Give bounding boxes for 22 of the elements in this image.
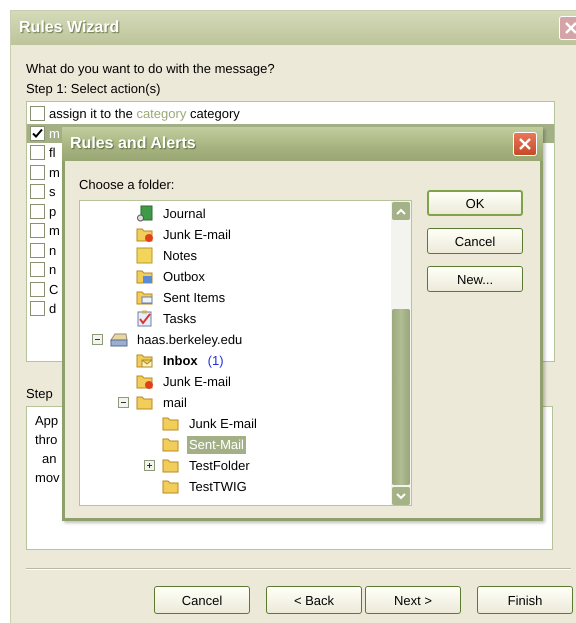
- action-text: fl: [49, 145, 56, 160]
- unread-count: (1): [208, 353, 224, 368]
- description-text: an: [41, 450, 56, 468]
- window-title: Rules Wizard: [19, 19, 120, 37]
- action-text: p: [49, 204, 56, 219]
- prompt-text: Choose a folder:: [79, 176, 174, 194]
- action-text: n: [49, 242, 56, 258]
- dialog-title: Rules and Alerts: [70, 135, 196, 153]
- action-text: n: [49, 262, 56, 278]
- action-text: C: [49, 282, 58, 297]
- description-text: App: [35, 412, 58, 430]
- action-text: d: [49, 301, 56, 316]
- step-label: Step 1: Select action(s): [26, 80, 160, 98]
- step-label: Step: [26, 385, 53, 403]
- description-text: mov: [35, 469, 60, 487]
- description-text: thro: [35, 431, 58, 449]
- action-text: assign it to the category category: [49, 106, 240, 122]
- action-text: s: [49, 184, 56, 200]
- action-text: m: [49, 223, 60, 238]
- question-text: What do you want to do with the message?: [26, 60, 275, 78]
- action-text: m: [49, 164, 60, 180]
- action-text: m: [49, 126, 60, 141]
